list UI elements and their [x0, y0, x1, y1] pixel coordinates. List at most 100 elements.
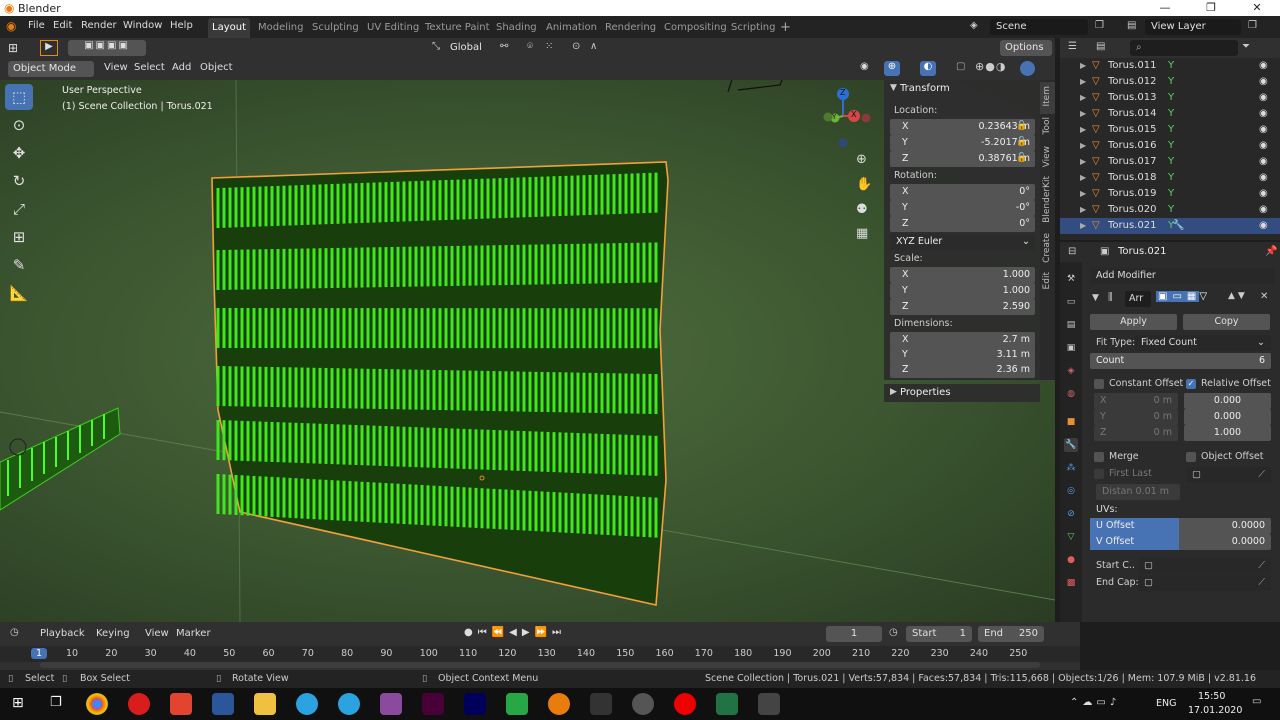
scale-z-field[interactable]: Z 2.590	[890, 299, 1035, 315]
merge-distance-field[interactable]: Distan 0.01 m	[1096, 484, 1180, 500]
move-tool-icon[interactable]: ✥	[5, 140, 33, 166]
measure-tool-icon[interactable]: 📐	[5, 280, 33, 306]
expand-arrow-icon[interactable]: ▶	[1080, 170, 1086, 186]
expand-arrow-icon[interactable]: ▶	[1080, 106, 1086, 122]
timeline-editor-icon[interactable]: ◷	[10, 627, 19, 638]
tab-view[interactable]: View	[1042, 146, 1052, 167]
tab-edit[interactable]: Edit	[1042, 272, 1052, 289]
filter-icon[interactable]: ⏷	[1242, 41, 1250, 52]
constant-offset-z-field[interactable]: Z0 m	[1094, 425, 1178, 441]
tab-layout[interactable]: Layout	[208, 18, 250, 38]
relative-offset-z-field[interactable]: 1.000	[1184, 425, 1271, 441]
transform-collapse-icon[interactable]: ▼	[890, 83, 897, 93]
outliner-row[interactable]: ▶ ▽ Torus.012 Y ◉	[1060, 74, 1280, 90]
rotation-mode-dropdown[interactable]: XYZ Euler ⌄	[890, 234, 1035, 250]
pan-hand-icon[interactable]: ✋	[856, 177, 872, 192]
timeline-scrollbar[interactable]	[40, 662, 1040, 668]
object-offset-checkbox[interactable]: Object Offset	[1186, 451, 1264, 462]
tab-rendering[interactable]: Rendering	[601, 18, 660, 38]
scene-selector[interactable]: Scene	[990, 19, 1088, 35]
xray-icon[interactable]: ▢	[956, 61, 965, 72]
v-offset-field[interactable]: V Offset 0.0000	[1090, 534, 1271, 550]
object-menu[interactable]: Object	[200, 62, 233, 73]
file-explorer-icon[interactable]	[254, 693, 276, 715]
maximize-button[interactable]: ❐	[1188, 0, 1234, 16]
output-tab-icon[interactable]: ▤	[1064, 318, 1078, 332]
mesh-data-icon[interactable]: Y	[1168, 90, 1174, 106]
hide-eye-icon[interactable]: ◉	[1259, 74, 1268, 90]
modifier-remove-icon[interactable]: ✕	[1260, 291, 1268, 302]
expand-arrow-icon[interactable]: ▶	[1080, 122, 1086, 138]
outliner-editor-icon[interactable]: ☰	[1068, 41, 1077, 52]
dimensions-x-field[interactable]: X 2.7 m	[890, 332, 1035, 348]
end-cap-field[interactable]: ▢ ⟋	[1138, 575, 1271, 591]
data-tab-icon[interactable]: ▽	[1064, 530, 1078, 544]
texture-tab-icon[interactable]: ▩	[1064, 576, 1078, 590]
expand-arrow-icon[interactable]: ▶	[1080, 202, 1086, 218]
mesh-data-icon[interactable]: Y	[1168, 186, 1174, 202]
clock-time[interactable]: 15:50	[1198, 691, 1225, 702]
rotation-y-field[interactable]: Y -0°	[890, 200, 1035, 216]
clock-date[interactable]: 17.01.2020	[1188, 705, 1242, 716]
pivot-icon[interactable]: ⚯	[500, 41, 508, 52]
hide-eye-icon[interactable]: ◉	[1259, 138, 1268, 154]
merge-checkbox[interactable]: Merge	[1094, 451, 1139, 462]
expand-arrow-icon[interactable]: ▶	[1080, 154, 1086, 170]
telegram-icon[interactable]	[296, 693, 318, 715]
tab-texture-paint[interactable]: Texture Paint	[421, 18, 494, 38]
end-frame-field[interactable]: End 250	[978, 626, 1044, 642]
relative-offset-checkbox[interactable]: ✓ Relative Offset	[1186, 378, 1271, 389]
shading-mode-icons[interactable]: ⊕●◑	[975, 60, 1006, 73]
camtasia-icon[interactable]	[506, 693, 528, 715]
hide-eye-icon[interactable]: ◉	[1259, 106, 1268, 122]
mesh-data-icon[interactable]: Y	[1168, 74, 1174, 90]
hide-eye-icon[interactable]: ◉	[1259, 186, 1268, 202]
hide-eye-icon[interactable]: ◉	[1259, 202, 1268, 218]
menu-window[interactable]: Window	[123, 20, 162, 31]
telegram-notify-icon[interactable]	[338, 693, 360, 715]
gizmo-toggle-icon[interactable]: ⊕	[884, 61, 900, 76]
navigation-gizmo[interactable]: Z X Y	[812, 86, 874, 148]
playback-menu[interactable]: Playback	[40, 628, 85, 639]
system-tray-icons[interactable]: ⌃☁▭♪	[1070, 697, 1120, 708]
location-z-field[interactable]: Z 0.38761 m	[890, 151, 1035, 167]
tab-blenderkit[interactable]: BlenderKit	[1042, 176, 1052, 223]
constant-offset-x-field[interactable]: X0 m	[1094, 393, 1178, 409]
constant-offset-y-field[interactable]: Y0 m	[1094, 409, 1178, 425]
object-tab-icon[interactable]: ■	[1064, 415, 1078, 429]
tab-modeling[interactable]: Modeling	[254, 18, 308, 38]
scale-x-field[interactable]: X 1.000	[890, 267, 1035, 283]
adobe-xd-icon[interactable]	[422, 693, 444, 715]
constant-offset-checkbox[interactable]: Constant Offset	[1094, 378, 1183, 389]
menu-file[interactable]: File	[28, 20, 45, 31]
after-effects-icon[interactable]	[464, 693, 486, 715]
hide-eye-icon[interactable]: ◉	[1259, 170, 1268, 186]
word-icon[interactable]	[212, 693, 234, 715]
hide-eye-icon[interactable]: ◉	[1259, 154, 1268, 170]
excel-icon[interactable]	[716, 693, 738, 715]
task-view-icon[interactable]: ❐	[50, 695, 62, 710]
relative-offset-x-field[interactable]: 0.000	[1184, 393, 1271, 409]
modifier-collapse-icon[interactable]: ▼	[1092, 293, 1099, 303]
mesh-data-icon[interactable]: Y	[1168, 122, 1174, 138]
frame-ruler[interactable]: 1 10 20 30 40 50 60 70 80 90 100 110 120 130 140 150 160…	[0, 646, 1080, 662]
options-dropdown[interactable]: Options	[1000, 40, 1052, 56]
world-tab-icon[interactable]: ◍	[1064, 387, 1078, 401]
camera-view-icon[interactable]: ⚉	[856, 202, 868, 217]
first-last-checkbox[interactable]: First Last	[1094, 468, 1152, 479]
outliner-row[interactable]: ▶ ▽ Torus.019 Y ◉	[1060, 186, 1280, 202]
relative-offset-y-field[interactable]: 0.000	[1184, 409, 1271, 425]
windows-start-icon[interactable]: ⊞	[12, 695, 24, 711]
expand-arrow-icon[interactable]: ▶	[1080, 138, 1086, 154]
outliner-row[interactable]: ▶ ▽ Torus.014 Y ◉	[1060, 106, 1280, 122]
dimensions-z-field[interactable]: Z 2.36 m	[890, 362, 1035, 378]
display-mode-icon[interactable]: ▤	[1096, 41, 1105, 52]
modifier-tab-icon[interactable]: 🔧	[1064, 438, 1078, 452]
tab-compositing[interactable]: Compositing	[660, 18, 731, 38]
constraints-tab-icon[interactable]: ⊘	[1064, 507, 1078, 521]
location-x-field[interactable]: X 0.23643 m	[890, 119, 1035, 135]
outliner-search-input[interactable]: ⌕	[1130, 40, 1238, 56]
mesh-data-icon[interactable]: Y	[1168, 170, 1174, 186]
transform-tool-icon[interactable]: ⊞	[5, 224, 33, 250]
calculator-icon[interactable]	[758, 693, 780, 715]
